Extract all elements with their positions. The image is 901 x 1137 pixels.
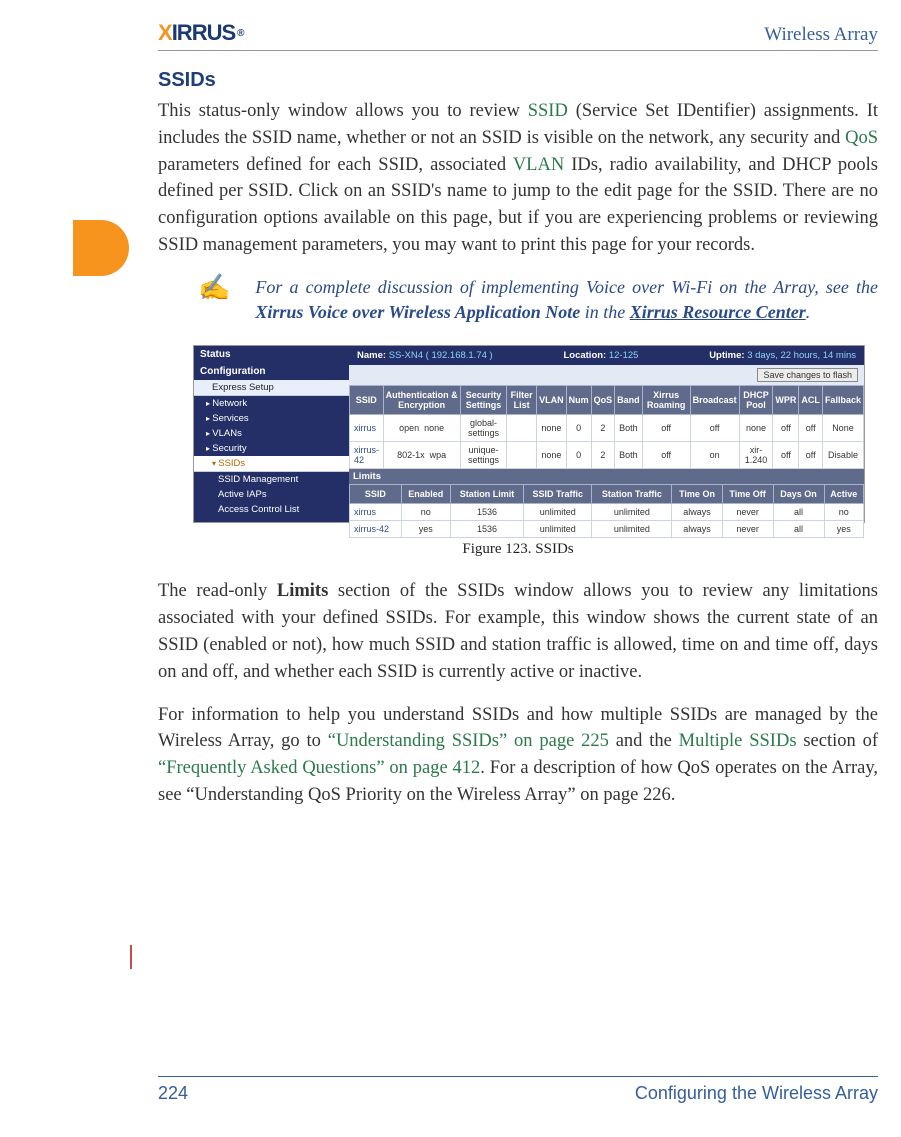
figure-caption: Figure 123. SSIDs	[158, 541, 878, 558]
page-footer: 224 Configuring the Wireless Array	[158, 1076, 878, 1104]
intro-paragraph: This status-only window allows you to re…	[158, 98, 878, 259]
nav-active-iaps[interactable]: Active IAPs	[194, 487, 349, 502]
logo-sup: ®	[237, 28, 243, 39]
note-appnote: Xirrus Voice over Wireless Application N…	[255, 302, 580, 322]
logo: XIRRUS®	[158, 20, 244, 46]
ssid-link[interactable]: xirrus-42	[350, 521, 402, 538]
link-ssid[interactable]: SSID	[528, 101, 568, 121]
nav-config: Configuration	[194, 363, 349, 380]
note-text: For a complete discussion of implementin…	[255, 275, 878, 325]
section-title: SSIDs	[158, 69, 878, 92]
limits-table: SSIDEnabledStation LimitSSID TrafficStat…	[349, 484, 864, 538]
figure-main: Name: SS-XN4 ( 192.168.1.74 ) Location: …	[349, 346, 864, 522]
link-resource-center[interactable]: Xirrus Resource Center	[630, 302, 806, 322]
flash-row: Save changes to flash	[349, 365, 864, 385]
logo-text: IRRUS	[172, 20, 235, 46]
logo-x: X	[158, 20, 172, 46]
link-qos[interactable]: QoS	[845, 128, 878, 148]
limits-paragraph: The read-only Limits section of the SSID…	[158, 578, 878, 685]
note-block: ✍ For a complete discussion of implement…	[198, 275, 878, 325]
nav-security[interactable]: Security	[194, 441, 349, 456]
ssid-table: SSIDAuthentication & EncryptionSecurity …	[349, 385, 864, 469]
thumb-tab	[73, 220, 129, 276]
nav-status: Status	[194, 346, 349, 363]
link-understanding-ssids[interactable]: “Understanding SSIDs” on page 225	[328, 731, 609, 751]
nav-acl[interactable]: Access Control List	[194, 502, 349, 517]
nav-ssids[interactable]: ▾ SSIDs	[194, 456, 349, 472]
ssid-link[interactable]: xirrus	[350, 504, 402, 521]
nav-services[interactable]: Services	[194, 411, 349, 426]
limits-bold: Limits	[277, 581, 328, 601]
link-faq[interactable]: “Frequently Asked Questions” on page 412	[158, 758, 480, 778]
save-flash-button[interactable]: Save changes to flash	[757, 368, 858, 382]
figure-sidebar: Status Configuration Express Setup Netwo…	[194, 346, 349, 522]
figure-status-bar: Name: SS-XN4 ( 192.168.1.74 ) Location: …	[349, 346, 864, 365]
page-header: XIRRUS® Wireless Array	[158, 20, 878, 51]
page-number: 224	[158, 1083, 188, 1104]
link-vlan[interactable]: VLAN	[513, 155, 564, 175]
figure-screenshot: Status Configuration Express Setup Netwo…	[193, 345, 865, 523]
nav-network[interactable]: Network	[194, 396, 349, 411]
para3: For information to help you understand S…	[158, 702, 878, 809]
figure-wrapper: Status Configuration Express Setup Netwo…	[158, 345, 878, 523]
change-bar	[130, 945, 132, 969]
nav-ssid-mgmt[interactable]: SSID Management	[194, 472, 349, 487]
ssid-link[interactable]: xirrus	[350, 415, 384, 442]
limits-header: Limits	[349, 469, 864, 484]
ssid-link[interactable]: xirrus-42	[350, 442, 384, 469]
chapter-name: Configuring the Wireless Array	[635, 1083, 878, 1104]
doc-title: Wireless Array	[764, 24, 878, 46]
note-icon: ✍	[198, 273, 230, 303]
nav-express[interactable]: Express Setup	[194, 380, 349, 396]
link-multiple-ssids[interactable]: Multiple SSIDs	[679, 731, 797, 751]
nav-vlans[interactable]: VLANs	[194, 426, 349, 441]
page-content: XIRRUS® Wireless Array SSIDs This status…	[158, 20, 878, 825]
